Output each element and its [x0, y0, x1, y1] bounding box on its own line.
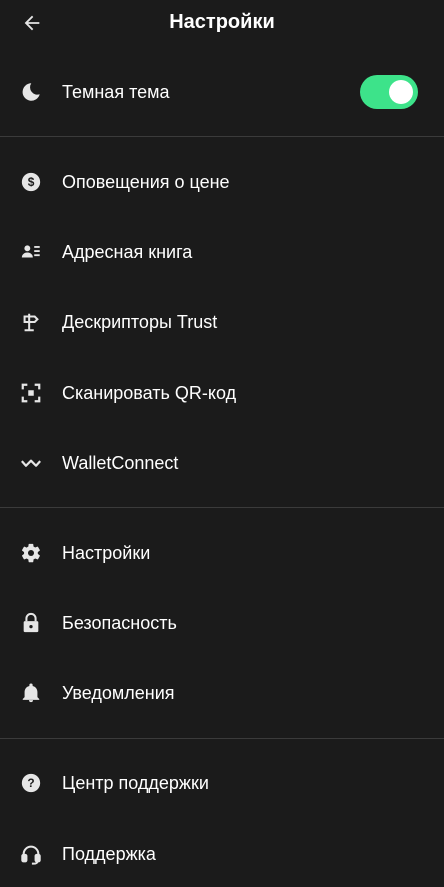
- divider: [0, 136, 444, 137]
- menu-item-price-alerts[interactable]: $ Оповещения о цене: [0, 152, 444, 212]
- signpost-icon: [19, 310, 43, 334]
- question-circle-icon: ?: [19, 771, 43, 795]
- gear-icon: [19, 541, 43, 565]
- headset-icon: [19, 842, 43, 866]
- dollar-circle-icon: $: [19, 170, 43, 194]
- menu-item-label: Центр поддержки: [62, 773, 209, 793]
- menu-item-security[interactable]: Безопасность: [0, 593, 444, 653]
- dark-mode-label: Темная тема: [62, 82, 170, 102]
- menu-item-scan-qr[interactable]: Сканировать QR-код: [0, 363, 444, 423]
- bell-icon: [19, 681, 43, 705]
- svg-text:$: $: [28, 175, 35, 189]
- moon-icon: [19, 80, 43, 104]
- menu-item-label: Уведомления: [62, 683, 175, 703]
- header: Настройки: [0, 0, 444, 46]
- menu-item-trust-descriptors[interactable]: Дескрипторы Trust: [0, 292, 444, 352]
- divider: [0, 738, 444, 739]
- menu-item-label: Безопасность: [62, 613, 177, 633]
- lock-icon: [19, 611, 43, 635]
- menu-item-settings[interactable]: Настройки: [0, 523, 444, 583]
- menu-item-notifications[interactable]: Уведомления: [0, 663, 444, 723]
- menu-item-label: Оповещения о цене: [62, 172, 230, 192]
- qr-scan-icon: [19, 381, 43, 405]
- menu-item-help-center[interactable]: ? Центр поддержки: [0, 753, 444, 813]
- svg-text:?: ?: [27, 776, 34, 790]
- menu-item-address-book[interactable]: Адресная книга: [0, 222, 444, 282]
- menu-item-label: Адресная книга: [62, 242, 193, 262]
- walletconnect-icon: [19, 451, 43, 475]
- divider: [0, 507, 444, 508]
- menu-item-label: Сканировать QR-код: [62, 383, 237, 403]
- page-title: Настройки: [169, 11, 275, 33]
- menu-item-label: WalletConnect: [62, 453, 179, 473]
- contacts-book-icon: [19, 240, 43, 264]
- menu-item-label: Настройки: [62, 543, 151, 563]
- dark-mode-toggle[interactable]: [360, 75, 418, 109]
- menu-item-support[interactable]: Поддержка: [0, 824, 444, 884]
- menu-item-walletconnect[interactable]: WalletConnect: [0, 433, 444, 493]
- menu-item-label: Поддержка: [62, 844, 156, 864]
- menu-item-label: Дескрипторы Trust: [62, 312, 218, 332]
- toggle-knob: [389, 80, 413, 104]
